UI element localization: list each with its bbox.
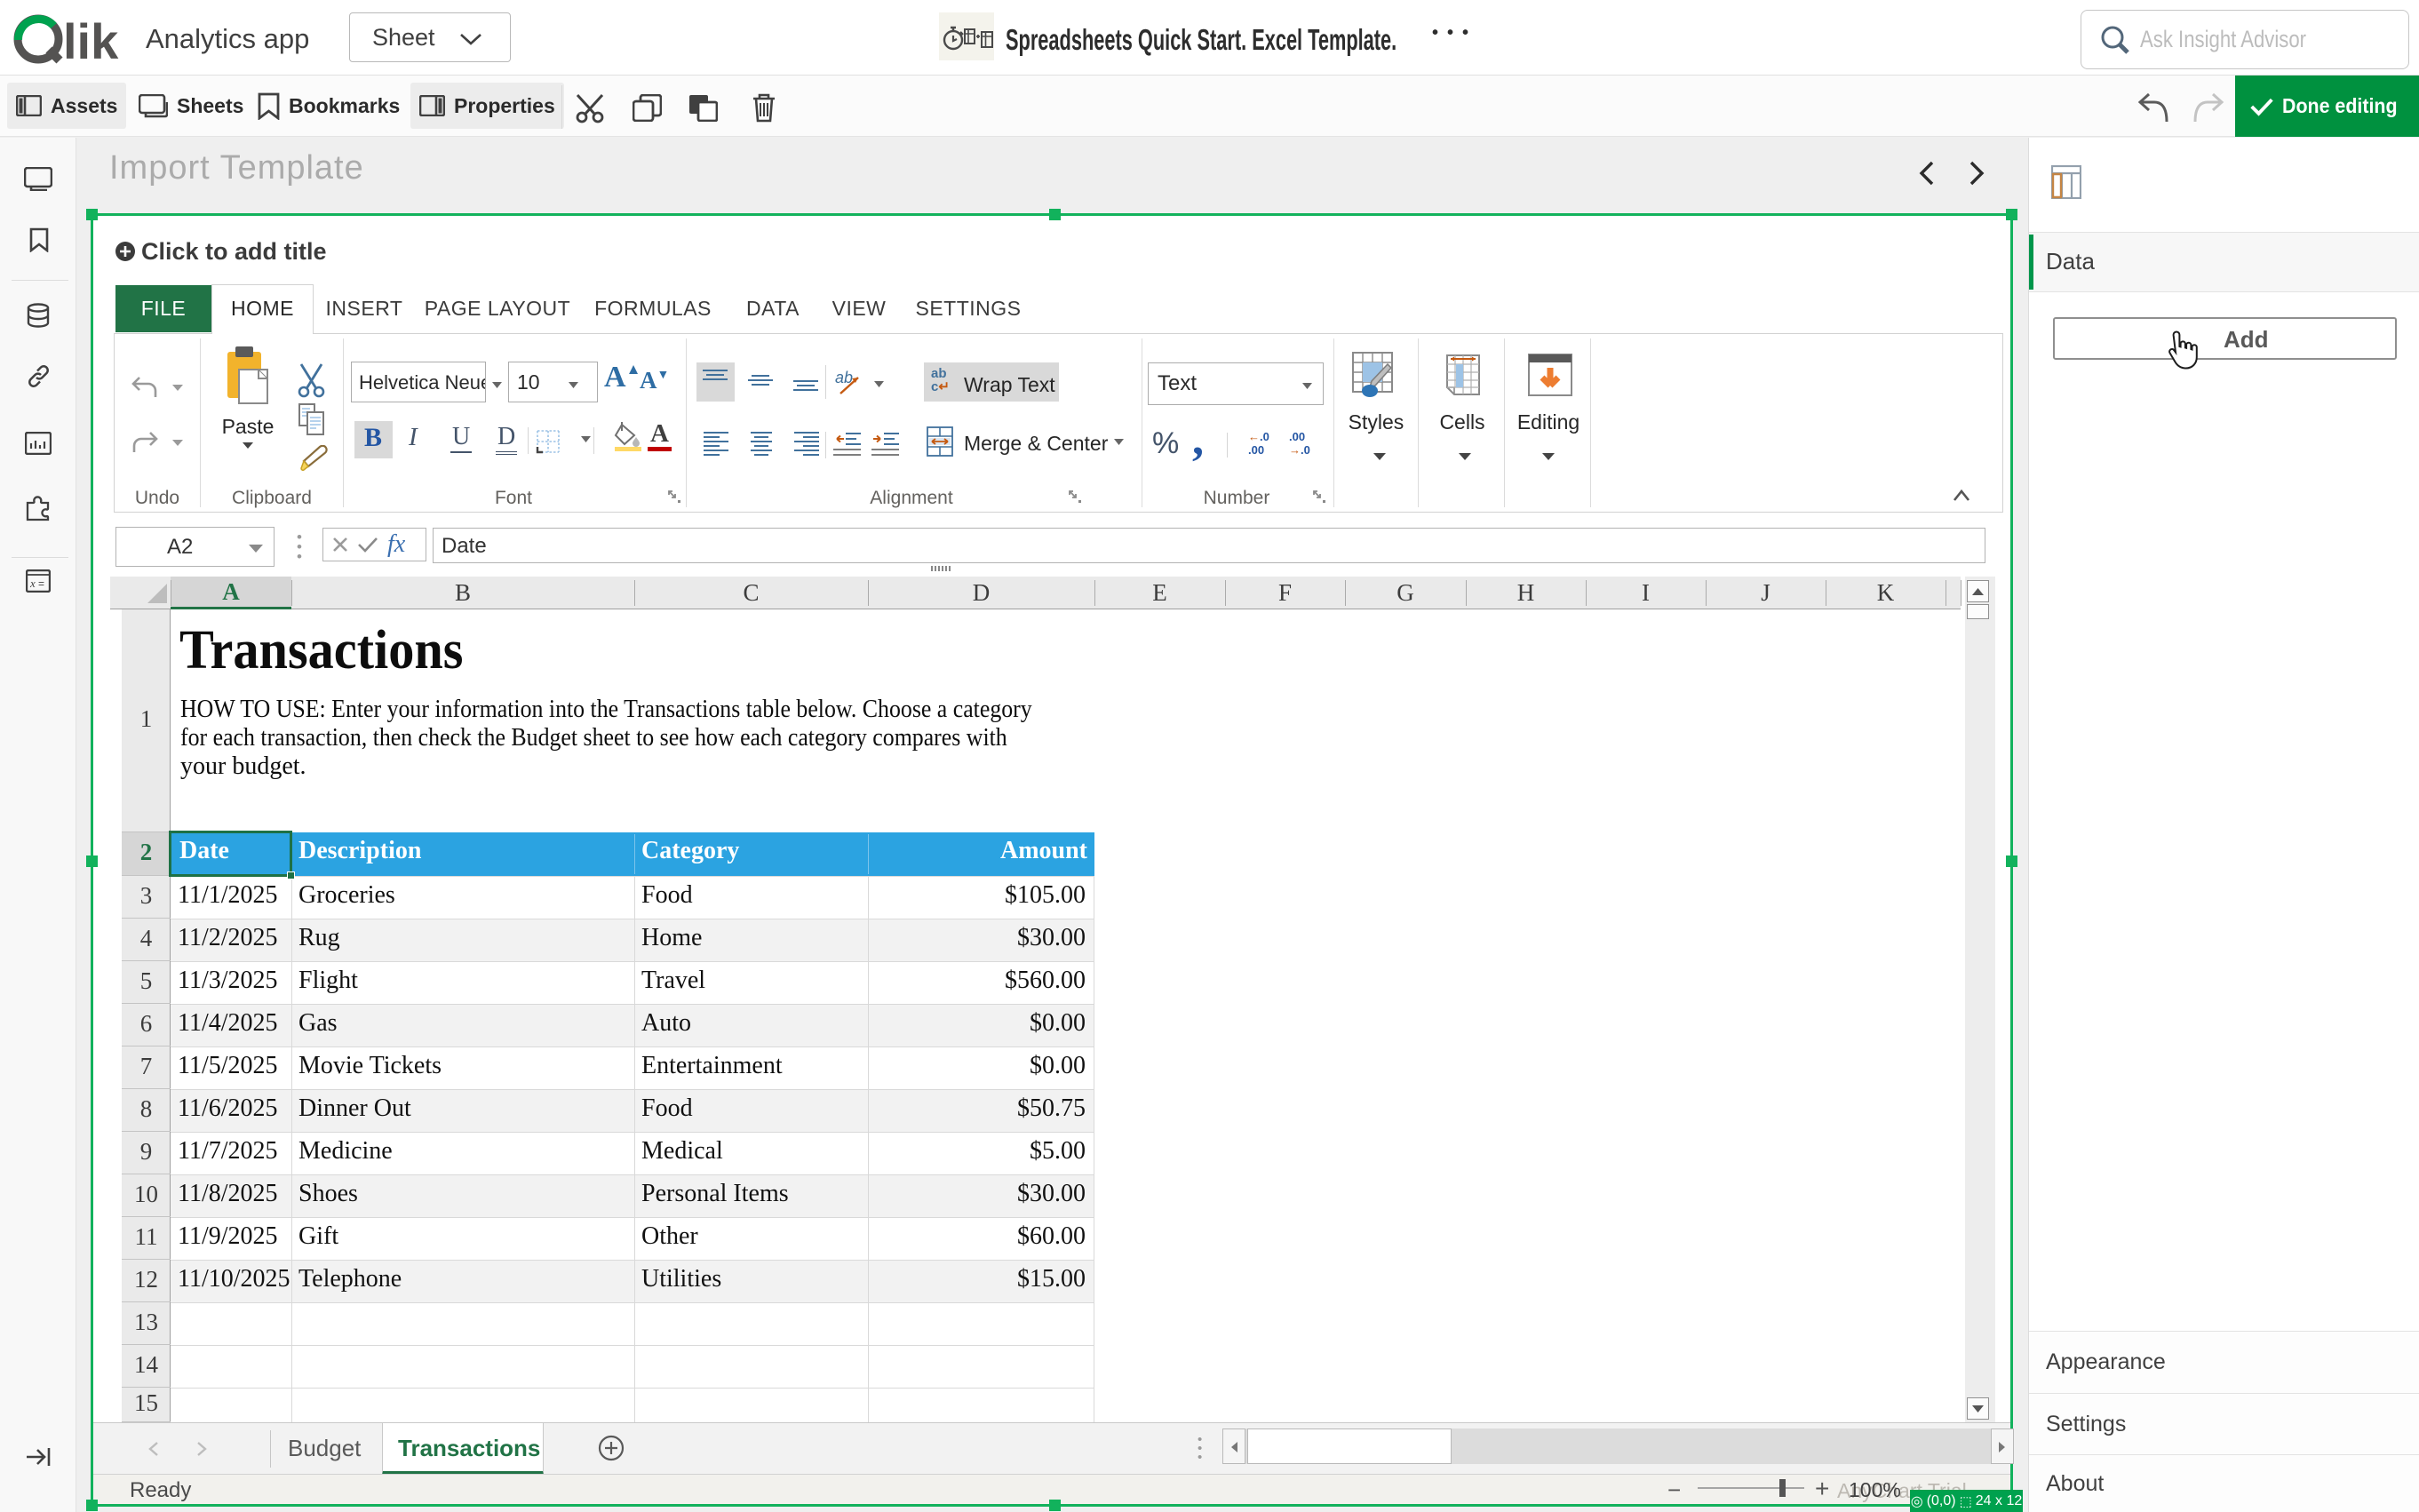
svg-text:x: x [29,577,36,590]
svg-text:=: = [38,577,44,590]
svg-text:lik: lik [63,13,119,64]
